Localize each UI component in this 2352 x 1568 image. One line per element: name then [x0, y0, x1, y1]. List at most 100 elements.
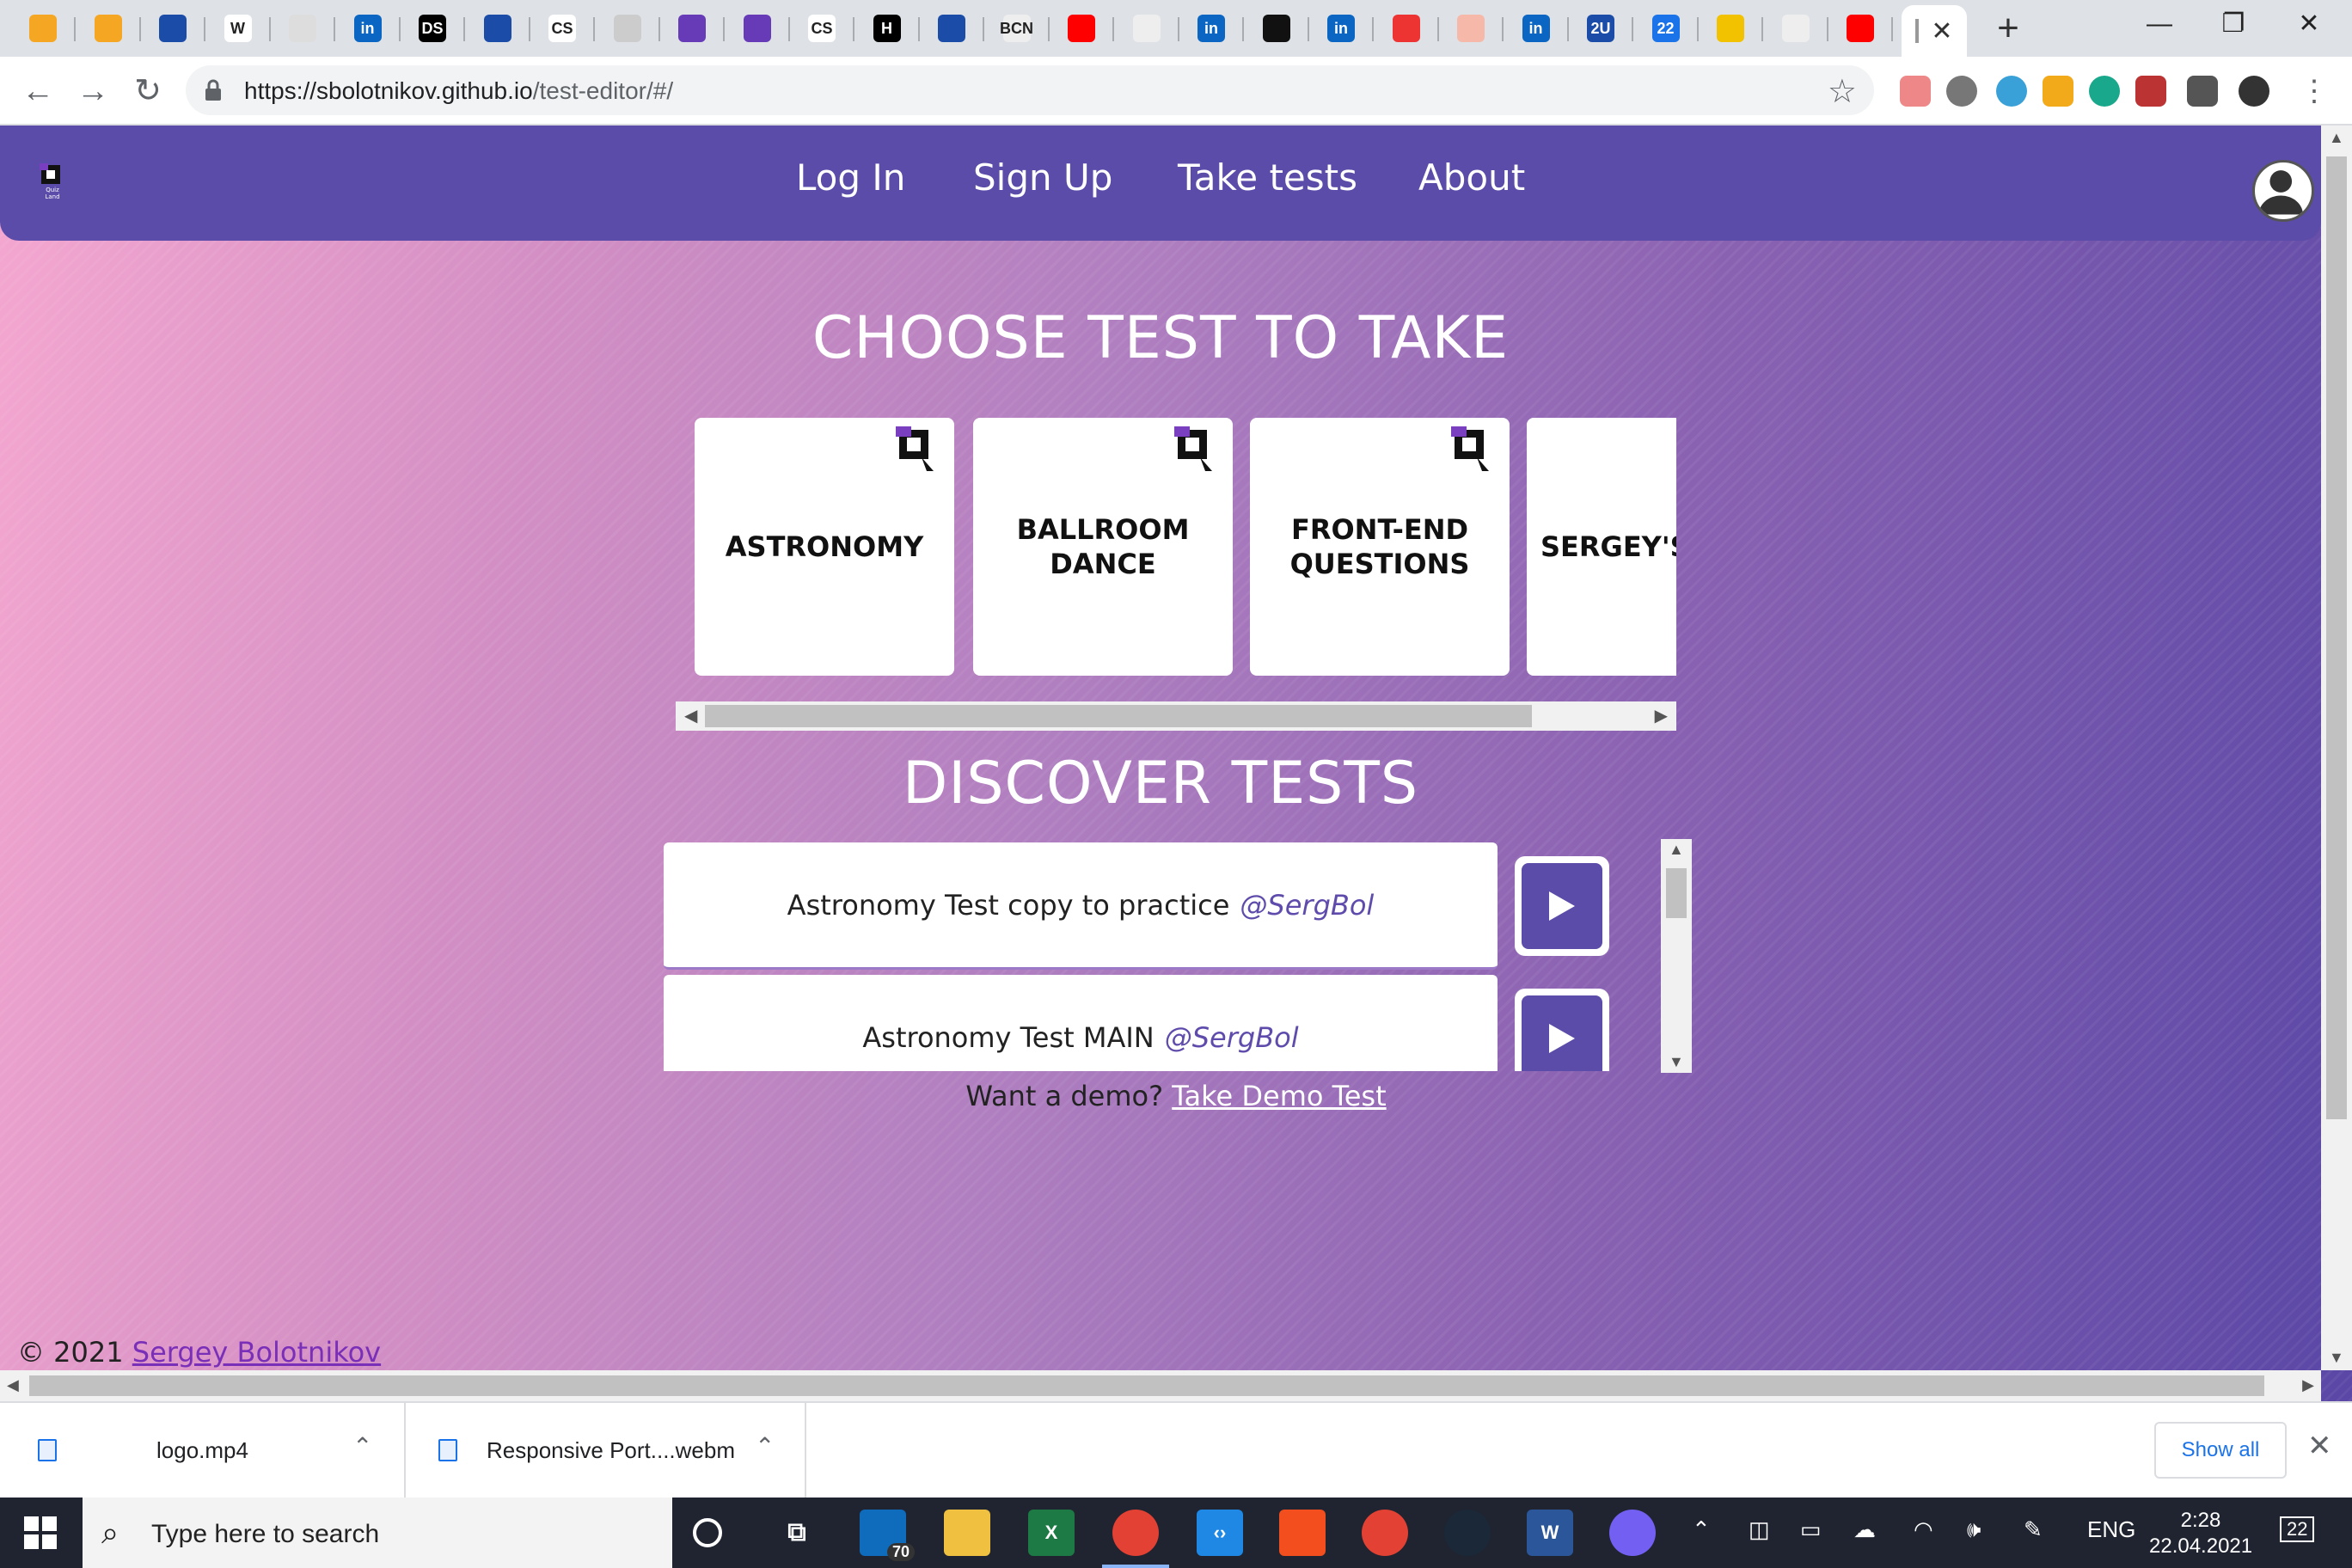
browser-tab[interactable]: [725, 0, 790, 57]
nav-signup-link[interactable]: Sign Up: [973, 156, 1112, 199]
user-avatar-icon[interactable]: [2252, 160, 2314, 222]
nav-login-link[interactable]: Log In: [796, 156, 905, 199]
nav-take-tests-link[interactable]: Take tests: [1178, 156, 1357, 199]
chevron-up-icon[interactable]: ⌃: [352, 1432, 372, 1461]
chevron-up-icon[interactable]: ⌃: [755, 1432, 775, 1461]
browser-tab[interactable]: in: [1308, 0, 1374, 57]
discover-vertical-scrollbar[interactable]: ▲ ▼: [1661, 839, 1692, 1073]
extension-icon[interactable]: [1900, 76, 1931, 107]
windows-start-icon[interactable]: [24, 1516, 57, 1549]
figma-icon[interactable]: [1279, 1510, 1326, 1556]
play-test-button[interactable]: [1515, 856, 1609, 956]
scroll-up-arrow-icon[interactable]: ▲: [1669, 841, 1684, 859]
extensions-puzzle-icon[interactable]: [2187, 76, 2218, 107]
close-icon[interactable]: ✕: [2307, 1429, 2332, 1463]
browser-tab[interactable]: DS: [400, 0, 465, 57]
new-tab-button[interactable]: +: [1986, 7, 2030, 50]
list-item[interactable]: Astronomy Test copy to practice @SergBol: [664, 842, 1498, 970]
cards-horizontal-scrollbar[interactable]: ◀ ▶: [676, 701, 1676, 731]
chrome-icon[interactable]: [1102, 1510, 1169, 1568]
extension-icon[interactable]: [1996, 76, 2027, 107]
browser-tab[interactable]: in: [1504, 0, 1569, 57]
scroll-right-arrow-icon[interactable]: ▶: [2302, 1376, 2314, 1394]
scroll-left-arrow-icon[interactable]: ◀: [684, 705, 697, 726]
battery-icon[interactable]: ▭: [1800, 1516, 1822, 1543]
browser-tab[interactable]: 22: [1633, 0, 1699, 57]
chrome-icon[interactable]: [1362, 1510, 1408, 1556]
profile-icon[interactable]: [2239, 76, 2269, 107]
test-card-front-end-questions[interactable]: FRONT-END QUESTIONS: [1250, 418, 1510, 676]
browser-tab[interactable]: [465, 0, 530, 57]
back-arrow-icon[interactable]: ←: [17, 70, 58, 112]
chevron-up-icon[interactable]: ⌃: [1692, 1516, 1711, 1543]
scrollbar-thumb[interactable]: [1666, 868, 1687, 918]
browser-tab[interactable]: [1438, 0, 1504, 57]
scrollbar-thumb[interactable]: [705, 705, 1532, 727]
close-window-button[interactable]: ✕: [2269, 0, 2349, 48]
download-item[interactable]: Responsive Port....webm ⌃: [406, 1403, 806, 1499]
browser-tab[interactable]: [1049, 0, 1114, 57]
scrollbar-thumb[interactable]: [29, 1375, 2264, 1396]
scroll-left-arrow-icon[interactable]: ◀: [7, 1376, 19, 1394]
browser-tab[interactable]: CS: [530, 0, 595, 57]
browser-tab[interactable]: in: [335, 0, 401, 57]
active-tab[interactable]: ✕: [1902, 5, 1967, 57]
scroll-down-arrow-icon[interactable]: ▼: [1669, 1053, 1684, 1071]
browser-tab[interactable]: H: [854, 0, 920, 57]
test-card-ballroom-dance[interactable]: BALLROOM DANCE: [973, 418, 1233, 676]
address-bar[interactable]: https://sbolotnikov.github.io/test-edito…: [186, 65, 1874, 115]
test-cards-carousel[interactable]: ASTRONOMY BALLROOM DANCE FRONT-END QUEST…: [676, 418, 1676, 729]
mail-icon[interactable]: 70: [860, 1510, 915, 1561]
excel-icon[interactable]: X: [1028, 1510, 1075, 1556]
onedrive-icon[interactable]: ☁: [1853, 1516, 1876, 1543]
download-item[interactable]: logo.mp4 ⌃: [0, 1403, 406, 1499]
menu-kebab-icon[interactable]: ⋮: [2294, 70, 2335, 112]
color-picker-icon[interactable]: [2089, 76, 2120, 107]
vscode-icon[interactable]: ‹›: [1197, 1510, 1243, 1556]
forward-arrow-icon[interactable]: →: [72, 70, 113, 112]
quiz-land-logo[interactable]: Quiz Land: [40, 163, 65, 199]
page-vertical-scrollbar[interactable]: ▲ ▼: [2321, 126, 2352, 1370]
notifications-icon[interactable]: 22: [2280, 1516, 2315, 1542]
restore-button[interactable]: ❐: [2194, 0, 2273, 48]
file-explorer-icon[interactable]: [944, 1510, 990, 1556]
bookmark-star-icon[interactable]: ☆: [1828, 72, 1857, 111]
browser-tab[interactable]: [919, 0, 984, 57]
browser-tab[interactable]: [1698, 0, 1763, 57]
browser-tab[interactable]: [76, 0, 141, 57]
browser-tab[interactable]: in: [1179, 0, 1244, 57]
page-horizontal-scrollbar[interactable]: ◀ ▶: [0, 1370, 2321, 1401]
steam-icon[interactable]: [1444, 1510, 1491, 1556]
browser-tab[interactable]: [140, 0, 205, 57]
minimize-button[interactable]: —: [2120, 0, 2199, 48]
browser-tab[interactable]: [1763, 0, 1828, 57]
language-indicator[interactable]: ENG: [2087, 1516, 2135, 1543]
browser-tab[interactable]: CS: [789, 0, 854, 57]
extension-icon[interactable]: [2043, 76, 2073, 107]
extension-icon[interactable]: [1946, 76, 1977, 107]
scroll-right-arrow-icon[interactable]: ▶: [1655, 705, 1668, 726]
browser-tab[interactable]: [1244, 0, 1309, 57]
reload-icon[interactable]: ↻: [127, 70, 168, 112]
nav-about-link[interactable]: About: [1418, 156, 1525, 199]
play-test-button[interactable]: [1515, 989, 1609, 1071]
browser-tab[interactable]: BCN: [984, 0, 1050, 57]
url-text[interactable]: https://sbolotnikov.github.io/test-edito…: [244, 77, 673, 105]
browser-tab[interactable]: [1114, 0, 1179, 57]
meet-now-icon[interactable]: ◫: [1749, 1516, 1770, 1543]
cortana-icon[interactable]: [693, 1518, 722, 1547]
extension-icon[interactable]: [2135, 76, 2166, 107]
task-view-icon[interactable]: ⧉: [774, 1510, 820, 1556]
author-link[interactable]: Sergey Bolotnikov: [132, 1336, 381, 1369]
browser-tab[interactable]: [595, 0, 660, 57]
scroll-up-arrow-icon[interactable]: ▲: [2329, 129, 2344, 147]
scroll-down-arrow-icon[interactable]: ▼: [2329, 1349, 2344, 1367]
browser-tab[interactable]: [659, 0, 725, 57]
list-item[interactable]: Astronomy Test MAIN @SergBol: [664, 975, 1498, 1071]
taskbar-clock[interactable]: 2:28 22.04.2021: [2149, 1508, 2252, 1559]
show-all-button[interactable]: Show all: [2154, 1422, 2287, 1479]
word-icon[interactable]: W: [1527, 1510, 1573, 1556]
viber-icon[interactable]: [1609, 1510, 1656, 1556]
test-card-astronomy[interactable]: ASTRONOMY: [695, 418, 954, 676]
discover-tests-list[interactable]: Astronomy Test copy to practice @SergBol…: [664, 841, 1692, 1071]
